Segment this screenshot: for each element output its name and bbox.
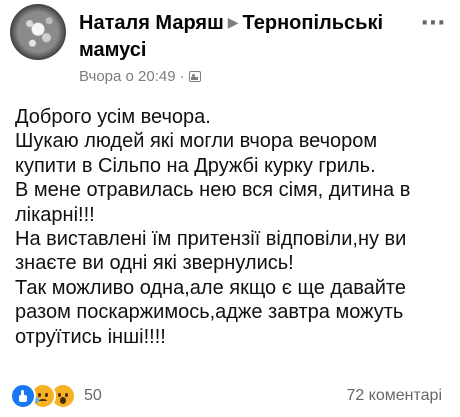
more-options-button[interactable]: ··· <box>418 8 448 38</box>
post-header-title: Наталя Маряш ▶ Тернопільські мамусі <box>79 10 419 63</box>
reaction-count: 50 <box>84 387 102 404</box>
comments-count-link[interactable]: 72 коментарі <box>346 387 442 405</box>
post-text-line: Так можливо одна,але якщо є ще давайте <box>15 276 406 299</box>
post-text-line: лікарні!!! <box>15 203 95 226</box>
like-reaction-icon <box>10 383 36 409</box>
post-text-line: На виставлені їм притензії відповіли,ну … <box>15 228 407 251</box>
post-timestamp[interactable]: Вчора о 20:49 <box>79 68 176 85</box>
post-text-line: отруїтись інші!!!! <box>15 325 166 348</box>
author-name[interactable]: Наталя Маряш <box>79 12 224 34</box>
post-text-line: Шукаю людей які могли вчора вечором <box>15 130 378 153</box>
post-text-line: В мене отравилась нею вся сімя, дитина в <box>15 179 411 202</box>
post-text-line: Доброго усім вечора. <box>15 106 211 128</box>
post-text-line: знаєте ви одні які звернулись! <box>15 252 294 275</box>
more-options-icon: ··· <box>420 10 446 36</box>
group-privacy-icon <box>188 70 201 82</box>
author-avatar[interactable] <box>10 4 66 60</box>
post-text-line: купити в Сільпо на Дружбі курку гриль. <box>15 154 376 177</box>
caret-right-icon: ▶ <box>227 14 239 30</box>
post-text: Доброго усім вечора. Шукаю людей які мог… <box>15 105 455 349</box>
post-meta: Вчора о 20:49 · <box>79 66 201 86</box>
facebook-post: Наталя Маряш ▶ Тернопільські мамусі ··· Вч… <box>0 0 460 417</box>
meta-separator: · <box>179 67 185 85</box>
post-text-line: разом поскаржимось,адже завтра можуть <box>15 301 404 324</box>
reactions-summary[interactable]: 50 <box>10 383 102 409</box>
